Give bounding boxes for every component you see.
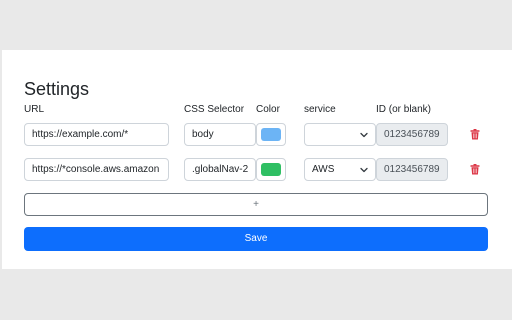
chevron-down-icon [360, 167, 368, 173]
color-swatch [261, 163, 281, 176]
url-input[interactable]: https://example.com/* [24, 123, 169, 146]
trash-icon[interactable] [470, 164, 480, 175]
css-selector-input[interactable]: .globalNav-2 [184, 158, 256, 181]
chevron-down-icon [360, 132, 368, 138]
column-header-css-selector: CSS Selector [184, 104, 245, 115]
trash-icon[interactable] [470, 129, 480, 140]
color-picker[interactable] [256, 123, 286, 146]
add-row-button[interactable]: + [24, 193, 488, 216]
service-select[interactable] [304, 123, 376, 146]
page-title: Settings [24, 79, 90, 99]
color-picker[interactable] [256, 158, 286, 181]
service-select-value: AWS [312, 164, 335, 175]
column-header-id: ID (or blank) [376, 104, 432, 115]
save-button[interactable]: Save [24, 227, 488, 251]
column-header-url: URL [24, 104, 45, 115]
id-input[interactable]: 0123456789 [376, 158, 448, 181]
column-header-color: Color [256, 104, 280, 115]
service-select[interactable]: AWS [304, 158, 376, 181]
id-input[interactable]: 0123456789 [376, 123, 448, 146]
color-swatch [261, 128, 281, 141]
column-header-service: service [304, 104, 336, 115]
url-input[interactable]: https://*console.aws.amazon [24, 158, 169, 181]
css-selector-input[interactable]: body [184, 123, 256, 146]
